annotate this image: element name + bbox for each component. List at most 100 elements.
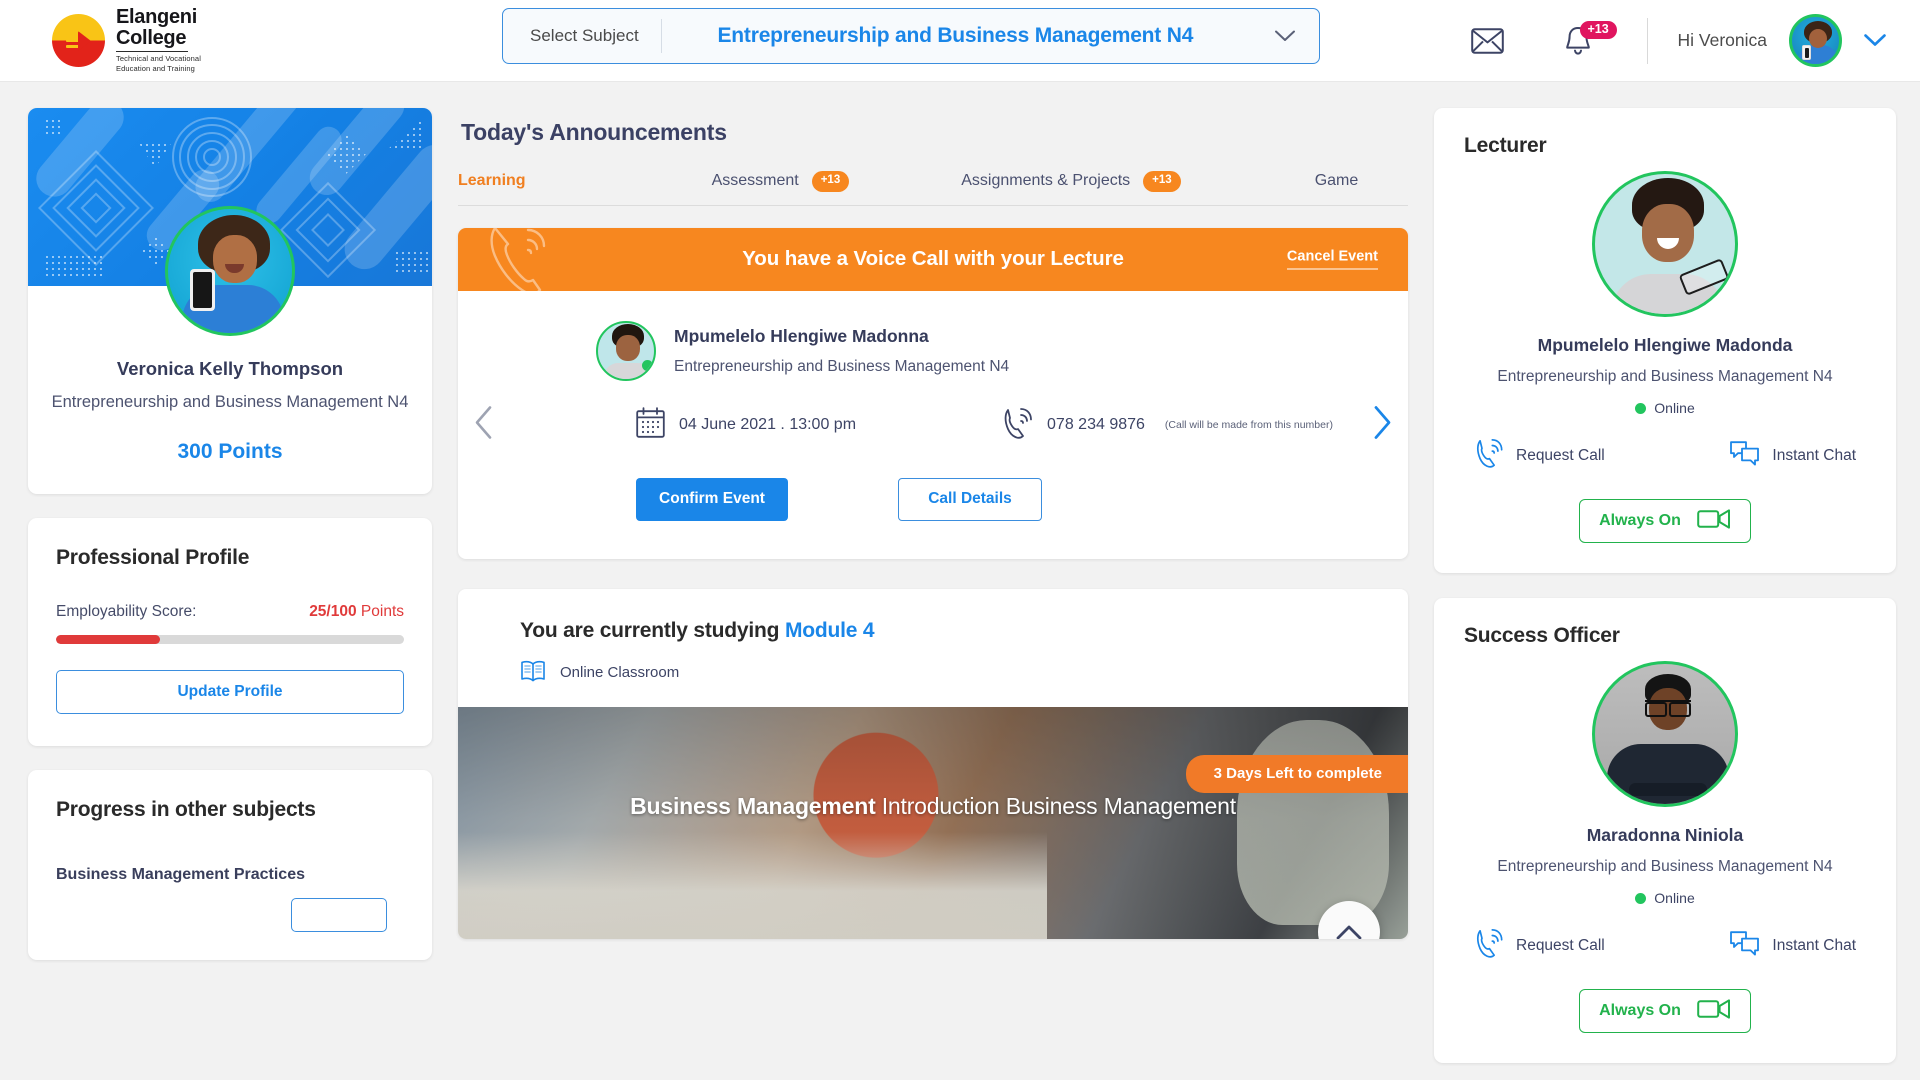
event-datetime: 04 June 2021 . 13:00 pm	[636, 407, 856, 443]
success-officer-status: Online	[1464, 890, 1866, 906]
online-status-dot-icon	[1635, 892, 1647, 904]
video-camera-icon	[1697, 508, 1731, 535]
employability-score-value: 25/100 Points	[309, 603, 404, 620]
event-lecturer-subject: Entrepreneurship and Business Management…	[674, 357, 1010, 375]
envelope-icon	[1471, 27, 1504, 54]
hero-title: Business Management Introduction Busines…	[458, 793, 1408, 820]
notifications-button[interactable]: +13	[1551, 14, 1617, 68]
messages-button[interactable]	[1461, 14, 1515, 68]
phone-call-icon	[1002, 407, 1033, 444]
lecturer-instant-chat-button[interactable]: Instant Chat	[1729, 438, 1856, 473]
video-camera-icon	[1697, 998, 1731, 1025]
tab-game[interactable]: Game	[1315, 172, 1359, 190]
success-officer-avatar	[1592, 661, 1738, 807]
right-sidebar: Lecturer Mpumelelo Hlengiwe Madonda Entr…	[1434, 108, 1896, 1080]
subject-selector[interactable]: Select Subject Entrepreneurship and Busi…	[502, 8, 1320, 64]
logo-line-1: Elangeni	[116, 6, 197, 29]
lecturer-avatar	[1592, 171, 1738, 317]
tab-assessment[interactable]: Assessment +13	[712, 171, 850, 192]
student-avatar	[165, 206, 295, 336]
hero-overlay	[458, 706, 1408, 939]
module-hero-image: 3 Days Left to complete Business Managem…	[458, 706, 1408, 939]
voice-call-banner: You have a Voice Call with your Lecture …	[458, 227, 1408, 295]
avatar[interactable]	[1789, 14, 1842, 67]
success-officer-always-on-label: Always On	[1599, 1002, 1681, 1019]
cancel-event-button[interactable]: Cancel Event	[1286, 249, 1378, 270]
tab-assessment-label: Assessment	[711, 172, 799, 190]
student-name: Veronica Kelly Thompson	[116, 358, 344, 379]
chevron-up-icon	[1336, 925, 1362, 939]
event-phone: 078 234 9876 (Call will be made from thi…	[1002, 407, 1333, 444]
hero-title-rest: Introduction Business Management	[875, 792, 1236, 819]
top-navigation-bar: Elangeni College Technical and Vocationa…	[0, 0, 1920, 82]
college-logo[interactable]: Elangeni College Technical and Vocationa…	[52, 7, 201, 74]
success-officer-request-call-label: Request Call	[1516, 936, 1605, 954]
success-officer-instant-chat-button[interactable]: Instant Chat	[1729, 928, 1856, 963]
other-subject-action-button[interactable]	[291, 898, 387, 932]
voice-call-event-body: Mpumelelo Hlengiwe Madonna Entrepreneurs…	[458, 291, 1408, 559]
event-lecturer-avatar	[596, 320, 656, 381]
lecturer-instant-chat-label: Instant Chat	[1772, 446, 1856, 464]
success-officer-card: Success Officer Maradonna Niniola Entrep…	[1434, 598, 1896, 1063]
employability-progress-fill	[56, 635, 161, 644]
chat-bubbles-icon	[1729, 929, 1760, 962]
chevron-down-icon	[1275, 30, 1319, 42]
progress-other-subjects-card: Progress in other subjects Business Mana…	[28, 770, 432, 960]
lecturer-card-title: Lecturer	[1464, 134, 1547, 157]
lecturer-subject: Entrepreneurship and Business Management…	[1497, 368, 1833, 385]
phone-call-icon	[1474, 438, 1504, 473]
success-officer-always-on-button[interactable]: Always On	[1579, 989, 1751, 1033]
progress-other-subjects-title: Progress in other subjects	[56, 798, 316, 821]
main-content: Today's Announcements Learning Assessmen…	[458, 108, 1408, 1080]
hero-title-bold: Business Management	[630, 792, 876, 819]
success-officer-request-call-button[interactable]: Request Call	[1474, 928, 1605, 963]
success-officer-instant-chat-label: Instant Chat	[1772, 936, 1856, 954]
lecturer-card: Lecturer Mpumelelo Hlengiwe Madonda Entr…	[1434, 108, 1896, 573]
currently-studying-card: You are currently studying Module 4 Onli…	[458, 588, 1408, 939]
phone-call-icon	[1474, 928, 1504, 963]
success-officer-name: Maradonna Niniola	[1586, 825, 1744, 845]
call-details-button[interactable]: Call Details	[898, 477, 1042, 521]
employability-progress-bar	[56, 635, 404, 644]
top-bar-divider	[1646, 17, 1648, 64]
lecturer-request-call-button[interactable]: Request Call	[1474, 438, 1605, 473]
event-datetime-text: 04 June 2021 . 13:00 pm	[679, 416, 857, 433]
update-profile-button[interactable]: Update Profile	[56, 670, 404, 714]
success-officer-subject: Entrepreneurship and Business Management…	[1497, 858, 1833, 875]
user-menu-chevron-down-icon[interactable]	[1864, 34, 1886, 47]
student-points: 300 Points	[177, 440, 283, 463]
online-classroom-row[interactable]: Online Classroom	[520, 659, 1408, 687]
previous-event-button[interactable]	[474, 405, 493, 444]
open-book-icon	[520, 659, 546, 687]
online-classroom-label: Online Classroom	[560, 664, 680, 681]
next-event-button[interactable]	[1373, 405, 1392, 444]
success-officer-card-title: Success Officer	[1464, 624, 1620, 647]
tab-assignments-projects[interactable]: Assignments & Projects +13	[961, 171, 1181, 192]
tab-assessment-badge: +13	[811, 171, 850, 192]
tab-learning[interactable]: Learning	[458, 172, 526, 190]
lecturer-status-label: Online	[1654, 400, 1695, 416]
voice-call-banner-text: You have a Voice Call with your Lecture	[742, 247, 1124, 270]
currently-studying-title: You are currently studying Module 4	[520, 619, 1408, 643]
announcement-tabs: Learning Assessment +13 Assignments & Pr…	[458, 171, 1408, 206]
student-subject: Entrepreneurship and Business Management…	[51, 393, 409, 411]
event-lecturer-name: Mpumelelo Hlengiwe Madonna	[674, 325, 929, 346]
employability-score-label: Employability Score:	[56, 603, 197, 620]
tab-assignments-projects-badge: +13	[1143, 171, 1181, 192]
page-title: Today's Announcements	[461, 119, 727, 145]
logo-line-2: College	[116, 26, 187, 49]
professional-profile-card: Professional Profile Employability Score…	[28, 518, 432, 746]
page-content: Veronica Kelly Thompson Entrepreneurship…	[0, 82, 1920, 1080]
current-module-link[interactable]: Module 4	[785, 619, 875, 642]
confirm-event-button[interactable]: Confirm Event	[636, 477, 788, 521]
professional-profile-title: Professional Profile	[56, 546, 250, 569]
lecturer-request-call-label: Request Call	[1516, 446, 1605, 464]
logo-tagline: Technical and Vocational Education and T…	[116, 54, 201, 73]
student-profile-card: Veronica Kelly Thompson Entrepreneurship…	[28, 108, 432, 494]
event-phone-number: 078 234 9876	[1047, 416, 1145, 433]
lecturer-always-on-button[interactable]: Always On	[1579, 499, 1751, 543]
user-greeting: Hi Veronica	[1677, 30, 1768, 50]
lecturer-name: Mpumelelo Hlengiwe Madonda	[1537, 335, 1793, 355]
online-indicator-dot	[642, 359, 653, 371]
voice-call-event-card: You have a Voice Call with your Lecture …	[458, 227, 1408, 559]
